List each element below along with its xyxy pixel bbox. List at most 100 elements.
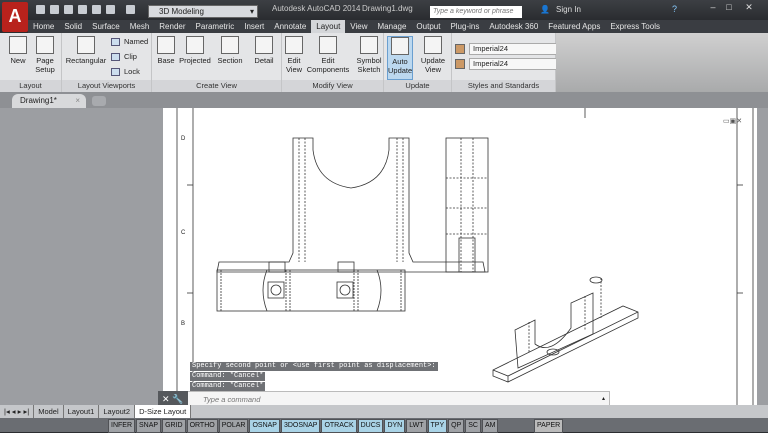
toggle-polar[interactable]: POLAR [218,419,249,433]
layout-tab-layout2[interactable]: Layout2 [99,405,136,418]
edit-components-button[interactable]: Edit Components [306,36,350,74]
document-tab[interactable]: Drawing1* × [12,94,86,108]
customize-wrench-icon[interactable]: 🔧 [172,394,183,404]
paper-space-button[interactable]: PAPER [534,419,564,433]
toggle-am[interactable]: AM [481,419,499,433]
symbol-sketch-icon [360,36,378,54]
tab-parametric[interactable]: Parametric [191,20,240,33]
tab-plug-ins[interactable]: Plug-ins [445,20,484,33]
command-history-toggle[interactable]: ▴ [602,395,605,402]
named-icon [111,38,120,46]
toggle-ducs[interactable]: DUCS [357,419,384,433]
lock-button[interactable]: Lock [111,67,140,77]
toggle-ortho[interactable]: ORTHO [186,419,218,433]
drawing-views [176,108,754,405]
toggle-otrack[interactable]: OTRACK [321,419,357,433]
toggle-3dosnap[interactable]: 3DOSNAP [280,419,321,433]
tab-insert[interactable]: Insert [239,20,269,33]
application-menu-button[interactable]: A [2,2,28,32]
ribbon-tabs: Home Solid Surface Mesh Render Parametric Inse… [28,20,768,33]
paper-sheet[interactable]: D C B ▭▣✕ [163,108,757,405]
section-style-dropdown[interactable]: Imperial24▾ [469,43,569,55]
minimize-button[interactable]: – [706,2,720,12]
tab-annotate[interactable]: Annotate [269,20,311,33]
undo-icon[interactable] [106,5,115,14]
save-as-icon[interactable] [78,5,87,14]
clip-button[interactable]: Clip [111,52,137,62]
page-setup-button[interactable]: Page Setup [32,36,58,74]
toggle-infer[interactable]: INFER [108,419,135,433]
toggle-lwt[interactable]: LWT [406,419,427,433]
section-view-button[interactable]: Section [214,36,246,65]
label: Projected [179,56,211,65]
update-view-button[interactable]: Update View [418,36,448,74]
label: Rectangular [65,56,107,65]
tab-navigation-arrows[interactable]: |◂ ◂ ▸ ▸| [0,405,35,418]
workspace-dropdown[interactable]: 3D Modeling ▾ [148,5,258,18]
document-title: Drawing1.dwg [362,4,413,13]
tab-view[interactable]: View [345,20,372,33]
tab-surface[interactable]: Surface [87,20,125,33]
panel-label: Create View [152,80,281,92]
section-view-icon [221,36,239,54]
close-button[interactable]: ✕ [742,2,756,12]
clip-icon [111,53,120,61]
rectangular-button[interactable]: Rectangular [64,36,108,65]
layout-tab-d-size[interactable]: D-Size Layout [135,405,192,418]
detail-view-button[interactable]: Detail [250,36,278,65]
named-button[interactable]: Named [111,37,148,47]
open-file-icon[interactable] [50,5,59,14]
layout-tab-model[interactable]: Model [34,405,64,418]
tab-express-tools[interactable]: Express Tools [605,20,665,33]
label: Section [217,56,243,65]
tab-autodesk-360[interactable]: Autodesk 360 [484,20,543,33]
panel-label: Styles and Standards [452,80,555,92]
tab-layout[interactable]: Layout [311,20,346,33]
toggle-snap[interactable]: SNAP [136,419,162,433]
layout-tab-layout1[interactable]: Layout1 [64,405,100,418]
toggle-qp[interactable]: QP [448,419,465,433]
label: Edit View [285,56,303,74]
search-input[interactable] [430,6,522,18]
toggle-dyn[interactable]: DYN [384,419,406,433]
label: Auto Update [388,57,413,75]
symbol-sketch-button[interactable]: Symbol Sketch [356,36,382,74]
maximize-button[interactable]: □ [722,2,736,12]
value: Imperial24 [473,44,509,53]
toggle-osnap[interactable]: OSNAP [249,419,280,433]
tab-output[interactable]: Output [411,20,445,33]
command-input[interactable] [203,395,583,404]
drafting-toggles: INFER SNAP GRID ORTHO POLAR OSNAP 3DOSNAP OTRAC… [108,419,499,433]
auto-update-button[interactable]: Auto Update [387,36,413,80]
panel-layout: New Page Setup Layout [0,33,62,92]
panel-create-view: Base Projected Section Detail Create Vie… [152,33,282,92]
projected-view-button[interactable]: Projected [178,36,212,65]
new-layout-button[interactable]: New [7,36,29,65]
close-icon[interactable]: ✕ [162,394,170,404]
ribbon-empty-area [556,33,768,92]
save-icon[interactable] [64,5,73,14]
panel-label: Layout [0,80,61,92]
redo-icon[interactable] [126,5,135,14]
tab-featured-apps[interactable]: Featured Apps [543,20,605,33]
help-icon[interactable]: ? [672,4,677,14]
panel-layout-viewports: Rectangular Named Clip Lock Layout Viewp… [62,33,152,92]
tab-solid[interactable]: Solid [59,20,87,33]
toggle-grid[interactable]: GRID [162,419,186,433]
tab-manage[interactable]: Manage [373,20,412,33]
edit-view-button[interactable]: Edit View [284,36,304,74]
sign-in-button[interactable]: Sign In [556,5,581,14]
toggle-sc[interactable]: SC [465,419,481,433]
base-view-button[interactable]: Base [154,36,178,65]
tab-mesh[interactable]: Mesh [125,20,155,33]
tab-render[interactable]: Render [154,20,190,33]
detail-style-dropdown[interactable]: Imperial24▾ [469,58,569,70]
plot-icon[interactable] [92,5,101,14]
user-icon: 👤 [540,5,550,14]
viewport-window-controls[interactable]: ▭▣✕ [723,117,742,125]
tab-home[interactable]: Home [28,20,59,33]
value: Imperial24 [473,59,509,68]
toggle-tpy[interactable]: TPY [427,419,448,433]
new-tab-button[interactable] [92,96,106,106]
new-file-icon[interactable] [36,5,45,14]
